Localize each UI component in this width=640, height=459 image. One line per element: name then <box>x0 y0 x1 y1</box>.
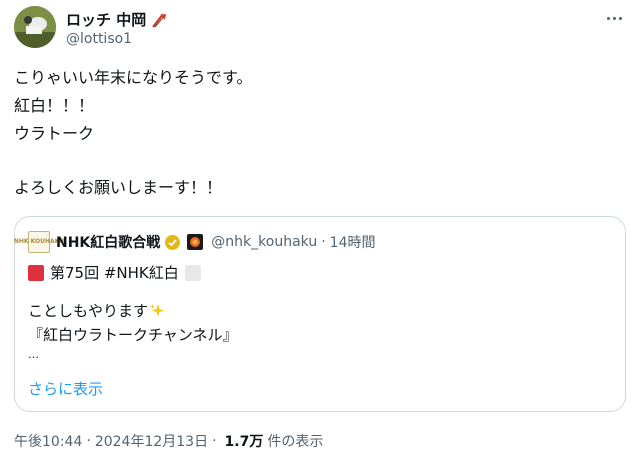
sparkles-icon <box>150 304 165 317</box>
author-display-name[interactable]: ロッチ 中岡 <box>66 9 146 30</box>
quoted-line: 第75回 #NHK紅白 <box>28 261 238 285</box>
separator-dot: · <box>321 234 326 250</box>
tweet-line: 紅白！！！ <box>14 96 95 115</box>
author-name-row[interactable]: ロッチ 中岡 <box>66 9 168 30</box>
quoted-line-1-text: 第75回 #NHK紅白 <box>50 264 179 282</box>
tweet-metadata: 午後10:44 · 2024年12月13日 · 1.7万 件の表示 <box>14 431 323 451</box>
quoted-blank-line <box>28 285 238 299</box>
red-square-emoji <box>28 265 44 281</box>
quoted-line-2-text: ことしもやります <box>28 302 149 320</box>
quoted-tweet-header: NHK KOUHAKU NHK紅白歌合戦 @nhk_kouhaku · 14時間 <box>14 231 376 253</box>
quoted-line: 『紅白ウラトークチャンネル』 <box>28 326 238 344</box>
views-label: 件の表示 <box>267 434 324 450</box>
gold-verified-icon <box>165 234 181 250</box>
quoted-ellipsis: … <box>28 348 39 361</box>
tweet-date[interactable]: 2024年12月13日 <box>95 431 208 451</box>
avatar[interactable] <box>14 6 56 48</box>
tweet-line: ウラトーク <box>14 124 95 143</box>
quoted-avatar[interactable]: NHK KOUHAKU <box>14 231 64 253</box>
nhk-badge-icon <box>187 234 204 250</box>
separator-dot: · <box>86 433 91 449</box>
white-square-emoji <box>184 265 201 281</box>
tweet: ロッチ 中岡 @lottiso1 こりゃいい年末になりそうです。 紅白！！！ ウ… <box>0 0 640 459</box>
tweet-line: こりゃいい年末になりそうです。 <box>14 68 253 87</box>
separator-dot: · <box>212 433 217 449</box>
tweet-line: よろしくお願いしまーす！！ <box>14 178 223 197</box>
tweet-time[interactable]: 午後10:44 <box>14 431 82 451</box>
quoted-handle[interactable]: @nhk_kouhaku <box>211 234 317 250</box>
quoted-tweet-card[interactable]: NHK KOUHAKU NHK紅白歌合戦 @nhk_kouhaku · 14時間… <box>14 216 626 412</box>
quoted-timestamp[interactable]: 14時間 <box>330 232 376 252</box>
tweet-text: こりゃいい年末になりそうです。 紅白！！！ ウラトーク よろしくお願いしまーす！… <box>14 64 626 202</box>
flag-emoji <box>152 12 167 28</box>
more-options-icon[interactable] <box>602 6 626 30</box>
quoted-line: ことしもやります <box>28 299 238 323</box>
show-more-link[interactable]: さらに表示 <box>28 378 103 399</box>
quoted-display-name[interactable]: NHK紅白歌合戦 <box>56 232 160 252</box>
views-count[interactable]: 1.7万 <box>225 431 264 451</box>
author-handle[interactable]: @lottiso1 <box>66 31 132 47</box>
quoted-tweet-text: 第75回 #NHK紅白 ことしもやります 『紅白ウラトークチャンネル』 … <box>28 261 238 363</box>
